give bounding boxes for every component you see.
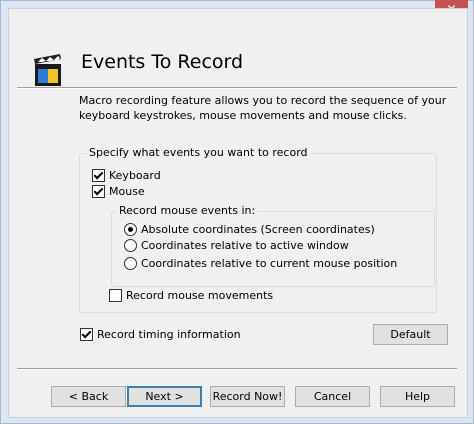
mouse-events-legend: Record mouse events in: — [116, 204, 259, 217]
radio-absolute-coordinates[interactable]: Absolute coordinates (Screen coordinates… — [124, 223, 375, 236]
description-text: Macro recording feature allows you to re… — [79, 94, 447, 122]
radio-label: Coordinates relative to active window — [141, 239, 349, 252]
radio-circle[interactable] — [124, 257, 137, 270]
page-title: Events To Record — [81, 51, 244, 73]
footer-divider — [17, 368, 457, 370]
checkbox-box[interactable] — [92, 169, 105, 182]
cancel-button[interactable]: Cancel — [295, 386, 370, 407]
radio-relative-mouse-position[interactable]: Coordinates relative to current mouse po… — [124, 257, 397, 270]
record-movements-checkbox[interactable]: Record mouse movements — [109, 289, 273, 302]
radio-label: Coordinates relative to current mouse po… — [141, 257, 398, 270]
radio-circle[interactable] — [124, 239, 137, 252]
record-now-button[interactable]: Record Now! — [210, 386, 285, 407]
timing-checkbox[interactable]: Record timing information — [80, 328, 241, 341]
checkbox-box[interactable] — [92, 185, 105, 198]
clapperboard-icon — [34, 54, 61, 86]
checkbox-box[interactable] — [80, 328, 93, 341]
keyboard-label: Keyboard — [109, 169, 161, 182]
keyboard-checkbox[interactable]: Keyboard — [92, 169, 161, 182]
help-button[interactable]: Help — [380, 386, 455, 407]
radio-label: Absolute coordinates (Screen coordinates… — [141, 223, 375, 236]
default-button[interactable]: Default — [373, 324, 448, 345]
mouse-checkbox[interactable]: Mouse — [92, 185, 145, 198]
back-button[interactable]: < Back — [51, 386, 126, 407]
events-group-legend: Specify what events you want to record — [86, 146, 311, 159]
record-movements-label: Record mouse movements — [126, 289, 274, 302]
next-button[interactable]: Next > — [127, 386, 202, 407]
mouse-label: Mouse — [109, 185, 145, 198]
radio-relative-active-window[interactable]: Coordinates relative to active window — [124, 239, 349, 252]
checkbox-box[interactable] — [109, 289, 122, 302]
dialog-client-area: Events To Record Macro recording feature… — [8, 8, 468, 418]
wizard-window: ✕ Events To Record Macro recording featu… — [0, 0, 474, 424]
header-divider — [17, 87, 457, 89]
timing-label: Record timing information — [97, 328, 241, 341]
radio-circle[interactable] — [124, 223, 137, 236]
